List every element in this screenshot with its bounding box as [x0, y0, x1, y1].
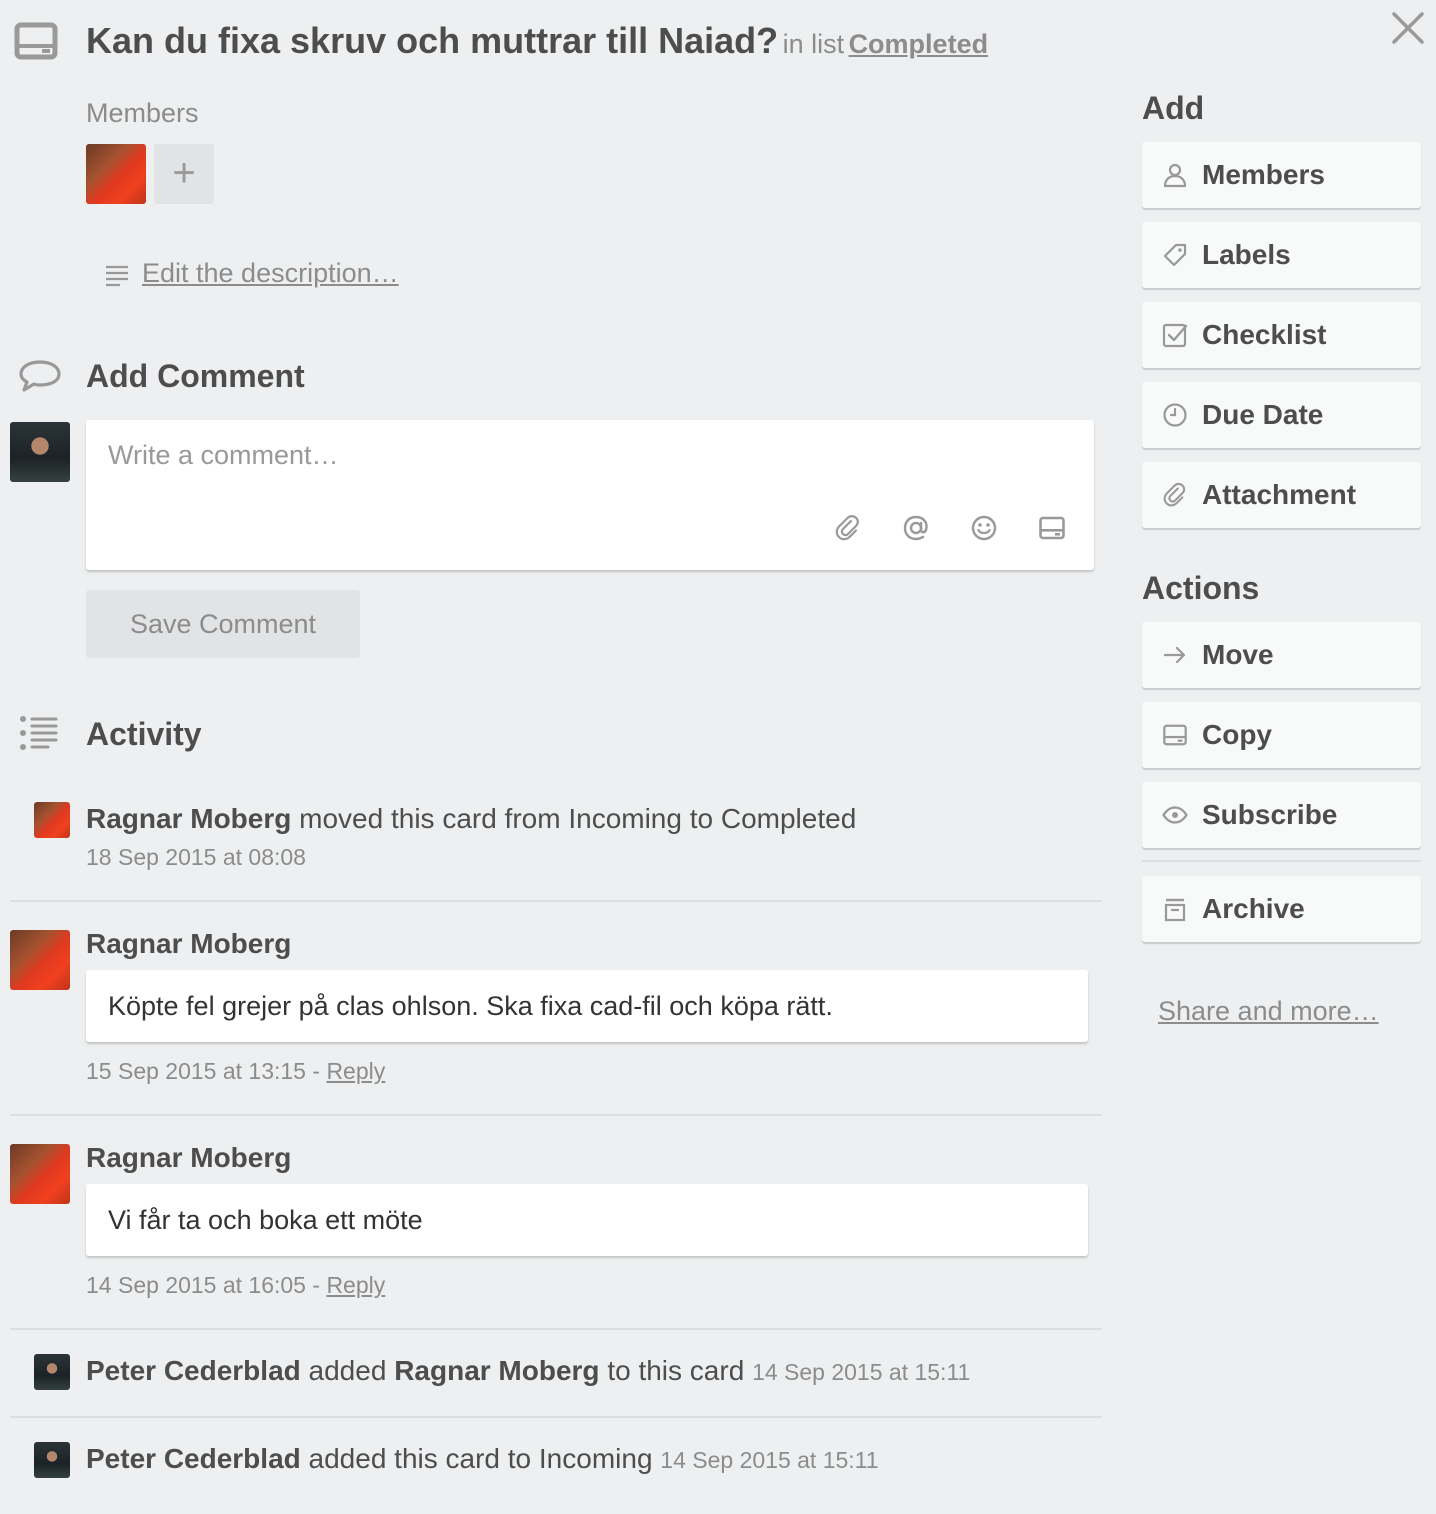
comment-text: Vi får ta och boka ett möte [86, 1184, 1088, 1256]
reply-link[interactable]: Reply [326, 1272, 385, 1298]
checkbox-icon [1162, 322, 1188, 348]
activity-timestamp[interactable]: 18 Sep 2015 at 08:08 [86, 844, 306, 871]
actions-heading: Actions [1142, 570, 1260, 606]
activity-action: added [308, 1355, 387, 1386]
person-icon [1162, 162, 1188, 188]
divider [10, 1328, 1102, 1330]
card-icon [14, 22, 58, 62]
attachment-button[interactable]: Attachment [1142, 462, 1421, 528]
divider [10, 1416, 1102, 1418]
button-label: Labels [1202, 239, 1291, 270]
button-label: Copy [1202, 719, 1272, 750]
at-sign-icon[interactable] [902, 514, 930, 542]
members-label: Members [86, 98, 199, 128]
activity-action: to this card [607, 1355, 745, 1386]
avatar[interactable] [34, 1354, 70, 1390]
comment-box [86, 420, 1094, 570]
activity-timestamp[interactable]: 14 Sep 2015 at 16:05 [86, 1272, 306, 1298]
members-button[interactable]: Members [1142, 142, 1421, 208]
comment-icon [18, 358, 62, 394]
activity-timestamp[interactable]: 15 Sep 2015 at 13:15 [86, 1058, 306, 1084]
copy-button[interactable]: Copy [1142, 702, 1421, 768]
reply-link[interactable]: Reply [326, 1058, 385, 1084]
meta-separator: - [312, 1272, 321, 1298]
activity-author[interactable]: Ragnar Moberg [86, 1142, 291, 1173]
activity-item: Ragnar Moberg moved this card from Incom… [86, 803, 856, 835]
activity-author[interactable]: Ragnar Moberg [86, 803, 291, 834]
activity-item: Peter Cederblad added Ragnar Moberg to t… [86, 1355, 970, 1387]
add-comment-heading: Add Comment [86, 358, 305, 394]
paperclip-icon [1162, 482, 1188, 508]
divider [10, 900, 1102, 902]
avatar[interactable] [34, 1442, 70, 1478]
paperclip-icon[interactable] [834, 514, 862, 542]
activity-item: Peter Cederblad added this card to Incom… [86, 1443, 879, 1475]
divider [10, 1114, 1102, 1116]
edit-description-link[interactable]: Edit the description… [142, 258, 399, 289]
activity-author[interactable]: Peter Cederblad [86, 1443, 301, 1474]
avatar [10, 422, 70, 482]
activity-heading: Activity [86, 716, 202, 752]
avatar[interactable] [86, 144, 146, 204]
add-member-button[interactable]: + [154, 144, 214, 204]
activity-timestamp[interactable]: 14 Sep 2015 at 15:11 [660, 1447, 878, 1473]
labels-button[interactable]: Labels [1142, 222, 1421, 288]
comment-text: Köpte fel grejer på clas ohlson. Ska fix… [86, 970, 1088, 1042]
divider [1142, 860, 1421, 862]
close-icon[interactable] [1388, 8, 1428, 48]
share-and-more-link[interactable]: Share and more… [1158, 996, 1379, 1027]
avatar[interactable] [34, 802, 70, 838]
checklist-button[interactable]: Checklist [1142, 302, 1421, 368]
button-label: Members [1202, 159, 1325, 190]
activity-timestamp[interactable]: 14 Sep 2015 at 15:11 [752, 1359, 970, 1385]
button-label: Checklist [1202, 319, 1327, 350]
card-icon [1162, 722, 1188, 748]
activity-action: moved this card from Incoming to Complet… [299, 803, 857, 834]
avatar[interactable] [10, 930, 70, 990]
card-title-line: Kan du fixa skruv och muttrar till Naiad… [86, 20, 988, 62]
archive-icon [1162, 896, 1188, 922]
tag-icon [1162, 242, 1188, 268]
avatar[interactable] [10, 1144, 70, 1204]
activity-target[interactable]: Ragnar Moberg [394, 1355, 599, 1386]
button-label: Attachment [1202, 479, 1357, 510]
subscribe-button[interactable]: Subscribe [1142, 782, 1421, 848]
description-icon [104, 262, 130, 288]
activity-author[interactable]: Ragnar Moberg [86, 928, 291, 959]
comment-meta: 15 Sep 2015 at 13:15 - Reply [86, 1058, 385, 1085]
card-title[interactable]: Kan du fixa skruv och muttrar till Naiad… [86, 20, 778, 61]
add-heading: Add [1142, 90, 1205, 126]
comment-author: Ragnar Moberg [86, 1142, 291, 1174]
activity-author[interactable]: Peter Cederblad [86, 1355, 301, 1386]
activity-action: added this card to Incoming [308, 1443, 653, 1474]
button-label: Move [1202, 639, 1274, 670]
button-label: Archive [1202, 893, 1305, 924]
comment-meta: 14 Sep 2015 at 16:05 - Reply [86, 1272, 385, 1299]
archive-button[interactable]: Archive [1142, 876, 1421, 942]
eye-icon [1162, 802, 1188, 828]
comment-input[interactable] [108, 440, 1008, 471]
meta-separator: - [312, 1058, 321, 1084]
button-label: Subscribe [1202, 799, 1338, 830]
activity-icon [18, 714, 62, 752]
move-button[interactable]: Move [1142, 622, 1421, 688]
save-comment-button[interactable]: Save Comment [86, 590, 360, 658]
due-date-button[interactable]: Due Date [1142, 382, 1421, 448]
emoji-icon[interactable] [970, 514, 998, 542]
clock-icon [1162, 402, 1188, 428]
button-label: Due Date [1202, 399, 1324, 430]
in-list-label: in list [782, 29, 845, 59]
comment-author: Ragnar Moberg [86, 928, 291, 960]
arrow-right-icon [1162, 642, 1188, 668]
card-icon[interactable] [1038, 514, 1066, 542]
list-link[interactable]: Completed [849, 29, 989, 59]
